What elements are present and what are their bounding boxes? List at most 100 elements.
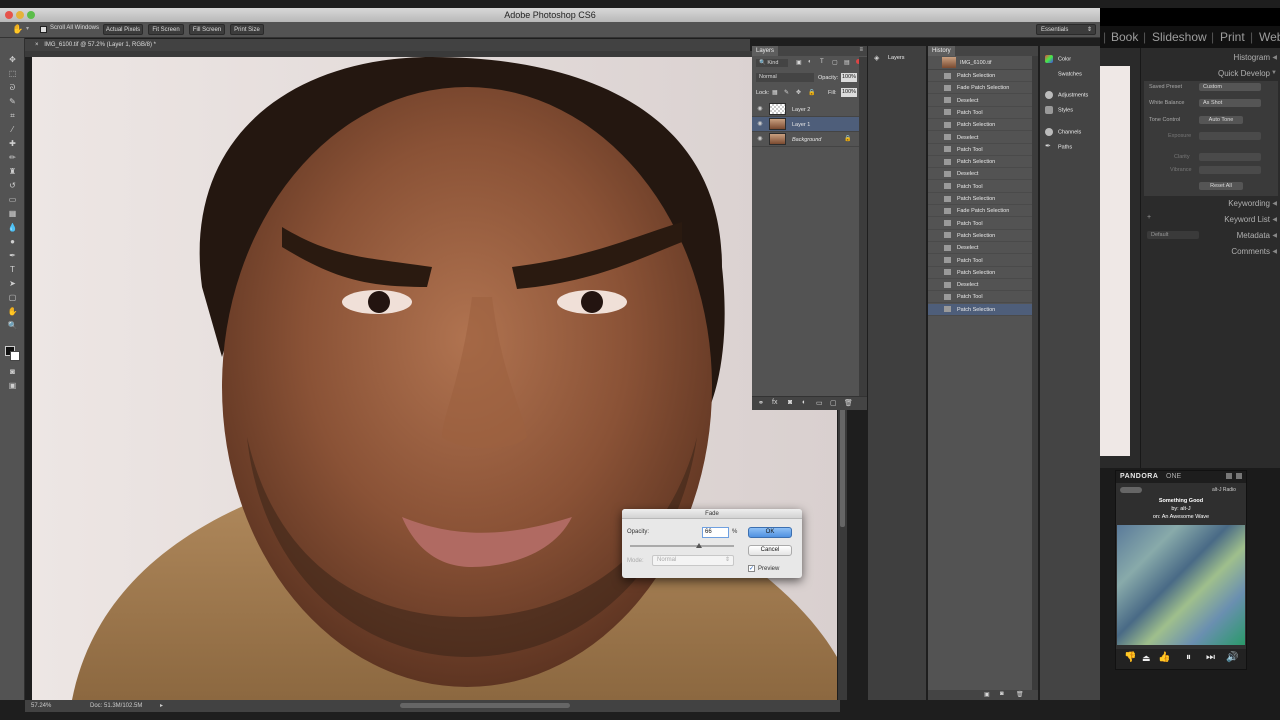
blur-tool-icon[interactable]: 💧	[6, 222, 19, 234]
type-tool-icon[interactable]: T	[6, 264, 19, 276]
fill-field[interactable]: 100%	[841, 88, 857, 97]
filter-type-icon[interactable]: T	[820, 59, 824, 65]
exposure-stepper[interactable]	[1199, 132, 1261, 140]
delete-layer-icon[interactable]: 🗑	[844, 399, 853, 407]
module-slideshow[interactable]: Slideshow	[1152, 30, 1207, 44]
collapse-triangle-icon[interactable]: ◀	[1272, 248, 1277, 255]
layers-panel-icon[interactable]: ◈	[874, 54, 879, 62]
brush-tool-icon[interactable]: ✏	[6, 152, 19, 164]
eyedropper-tool-icon[interactable]: ⁄	[6, 124, 19, 136]
fade-mode-select[interactable]: Normal ⇕	[652, 555, 734, 566]
thumbs-down-icon[interactable]: 👎	[1124, 652, 1136, 663]
metadata-header[interactable]: Metadata	[1237, 231, 1270, 240]
horizontal-scrollbar[interactable]	[400, 703, 570, 708]
actual-pixels-button[interactable]: Actual Pixels	[103, 24, 143, 35]
history-step[interactable]: Patch Selection	[928, 193, 1032, 205]
fade-opacity-input[interactable]: 66	[702, 527, 729, 538]
history-step[interactable]: Patch Tool	[928, 107, 1032, 119]
reset-all-button[interactable]: Reset All	[1199, 182, 1243, 190]
new-snapshot-icon[interactable]: ◙	[1000, 691, 1004, 697]
visibility-eye-icon[interactable]: ◉	[756, 135, 764, 143]
channels-panel-button[interactable]: Channels	[1045, 128, 1081, 136]
quick-selection-tool-icon[interactable]: ✎	[6, 96, 19, 108]
layer-row[interactable]: ◉ Layer 2	[752, 102, 859, 117]
paths-panel-button[interactable]: ✒ Paths	[1045, 143, 1072, 151]
volume-icon[interactable]: 🔊	[1226, 652, 1238, 663]
history-step[interactable]: Patch Selection	[928, 156, 1032, 169]
clone-stamp-tool-icon[interactable]: ♜	[6, 166, 19, 178]
lock-image-icon[interactable]: ✎	[784, 89, 789, 96]
visibility-eye-icon[interactable]: ◉	[756, 105, 764, 113]
zoom-tool-icon[interactable]: 🔍	[6, 320, 19, 332]
station-list-button[interactable]	[1120, 487, 1142, 493]
history-step[interactable]: Patch Selection	[928, 267, 1032, 279]
module-print[interactable]: Print	[1220, 30, 1245, 44]
new-document-from-state-icon[interactable]: ▣	[984, 691, 990, 698]
history-step[interactable]: Patch Tool	[928, 144, 1032, 156]
clarity-stepper[interactable]	[1199, 153, 1261, 161]
gradient-tool-icon[interactable]: ▦	[6, 208, 19, 220]
comments-header[interactable]: Comments	[1231, 247, 1270, 256]
history-step[interactable]: Patch Tool	[928, 291, 1032, 304]
layer-style-icon[interactable]: fx	[772, 399, 777, 406]
saved-preset-select[interactable]: Custom	[1199, 83, 1261, 91]
history-step[interactable]: Deselect	[928, 95, 1032, 107]
lock-position-icon[interactable]: ✥	[796, 89, 801, 96]
history-step[interactable]: Deselect	[928, 279, 1032, 292]
keyword-list-header[interactable]: Keyword List	[1224, 215, 1270, 224]
fit-screen-button[interactable]: Fit Screen	[148, 24, 184, 35]
history-step[interactable]: Patch Tool	[928, 181, 1032, 193]
collapse-triangle-icon[interactable]: ◀	[1272, 200, 1277, 207]
eject-icon[interactable]: ⏏	[1142, 653, 1151, 664]
history-scrollbar[interactable]	[1032, 56, 1038, 690]
module-book[interactable]: Book	[1111, 30, 1138, 44]
history-step[interactable]: Patch Selection	[928, 303, 1032, 316]
eraser-tool-icon[interactable]: ▭	[6, 194, 19, 206]
history-step[interactable]: Deselect	[928, 168, 1032, 181]
song-album[interactable]: on: An Awesome Wave	[1116, 513, 1246, 521]
pen-tool-icon[interactable]: ✒	[6, 250, 19, 262]
history-step[interactable]: Fade Patch Selection	[928, 205, 1032, 218]
adjustments-panel-button[interactable]: Adjustments	[1045, 91, 1088, 99]
history-brush-tool-icon[interactable]: ↺	[6, 180, 19, 192]
delete-state-icon[interactable]: 🗑	[1016, 691, 1024, 698]
zoom-window-button[interactable]	[27, 11, 35, 19]
marquee-tool-icon[interactable]: ⬚	[6, 68, 19, 80]
link-layers-icon[interactable]: ⚭	[758, 399, 764, 407]
filter-adjustment-icon[interactable]: ◐	[808, 59, 812, 65]
song-artist[interactable]: by: alt-J	[1116, 505, 1246, 513]
scroll-all-checkbox[interactable]	[40, 26, 47, 33]
new-group-icon[interactable]: ▭	[816, 399, 823, 407]
layer-filter-kind-select[interactable]: 🔍 Kind	[756, 59, 788, 67]
path-selection-tool-icon[interactable]: ➤	[6, 278, 19, 290]
keywording-header[interactable]: Keywording	[1228, 199, 1270, 208]
quick-develop-header[interactable]: Quick Develop	[1218, 69, 1270, 78]
pause-icon[interactable]: ⏸	[1186, 652, 1191, 663]
skip-icon[interactable]: ⏭	[1206, 652, 1215, 663]
history-snapshot[interactable]: IMG_6100.tif	[928, 56, 1032, 70]
screen-mode-icon[interactable]: ▣	[6, 380, 19, 392]
filter-smart-object-icon[interactable]: ▤	[844, 59, 850, 66]
song-title[interactable]: Something Good	[1116, 497, 1246, 505]
minimize-icon[interactable]	[1226, 473, 1232, 479]
history-step[interactable]: Patch Tool	[928, 255, 1032, 267]
background-color-swatch[interactable]	[10, 351, 20, 361]
collapse-triangle-icon[interactable]: ◀	[1272, 232, 1277, 239]
healing-brush-tool-icon[interactable]: ✚	[6, 138, 19, 150]
workspace-select[interactable]: Essentials ⇕	[1036, 24, 1096, 35]
print-size-button[interactable]: Print Size	[230, 24, 264, 35]
visibility-eye-icon[interactable]: ◉	[756, 120, 764, 128]
histogram-header[interactable]: Histogram	[1234, 53, 1270, 62]
fade-opacity-slider-track[interactable]	[630, 545, 734, 547]
history-step[interactable]: Deselect	[928, 242, 1032, 255]
history-step[interactable]: Patch Selection	[928, 119, 1032, 132]
close-tab-icon[interactable]: ×	[35, 42, 39, 48]
vibrance-stepper[interactable]	[1199, 166, 1261, 174]
styles-panel-button[interactable]: Styles	[1045, 106, 1073, 114]
shape-tool-icon[interactable]: ▢	[6, 292, 19, 304]
add-keyword-icon[interactable]: +	[1147, 214, 1151, 221]
history-step[interactable]: Fade Patch Selection	[928, 82, 1032, 95]
fade-cancel-button[interactable]: Cancel	[748, 545, 792, 556]
filter-shape-icon[interactable]: ▢	[832, 59, 838, 66]
layer-row-selected[interactable]: ◉ Layer 1	[752, 117, 859, 132]
